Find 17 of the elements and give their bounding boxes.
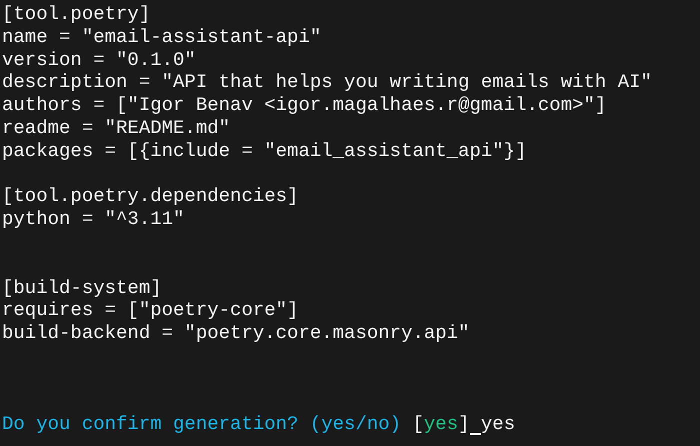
code-line: readme = "README.md" — [2, 116, 230, 140]
code-line: [build-system] — [2, 276, 162, 300]
code-line: description = "API that helps you writing emails with AI" — [2, 71, 652, 94]
code-line: requires = ["poetry-core"] — [2, 299, 298, 322]
default-answer: yes — [424, 413, 458, 436]
code-line: packages = [{include = "email_assistant_api"}] — [2, 140, 526, 163]
code-line: python = "^3.11" — [2, 208, 184, 231]
bracket: [ — [412, 413, 424, 436]
code-line: [tool.poetry.dependencies] — [2, 185, 298, 208]
code-line: authors = ["Igor Benav <igor.magalhaes.r@gmail.com>"] — [2, 94, 606, 117]
typed-answer: yes — [480, 413, 516, 436]
code-line: [tool.poetry] — [2, 3, 150, 26]
bracket: ] — [458, 413, 470, 436]
code-line: name = "email-assistant-api" — [2, 26, 322, 49]
code-line: build-backend = "poetry.core.masonry.api" — [2, 322, 470, 345]
code-line: version = "0.1.0" — [2, 48, 196, 72]
prompt-question: Do you confirm generation? (yes/no) — [2, 413, 402, 436]
